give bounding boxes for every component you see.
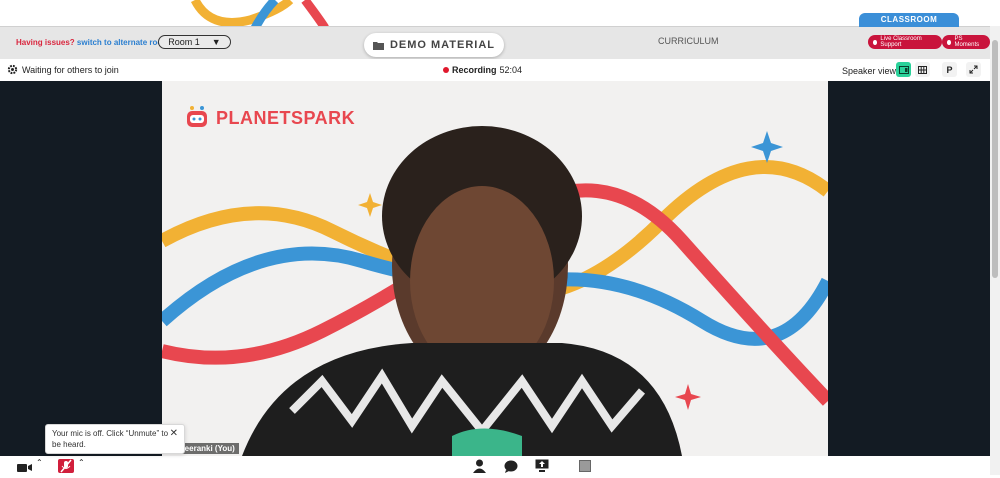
share-screen-button[interactable] <box>535 459 549 477</box>
video-stage: PLANETSPARK ahi Veeranki (You) <box>0 81 990 456</box>
whiteboard-icon[interactable] <box>579 460 591 472</box>
planetspark-logo: PLANETSPARK <box>184 105 355 131</box>
unmute-button[interactable] <box>58 459 74 473</box>
grid-icon <box>918 65 927 74</box>
fullscreen-button[interactable] <box>966 62 981 77</box>
video-camera-button[interactable] <box>17 460 33 478</box>
room-select[interactable]: Room 1 ▼ <box>158 35 231 49</box>
connection-help: Having issues? switch to alternate room <box>16 38 169 47</box>
caret-down-icon: ▼ <box>211 37 221 47</box>
folder-icon <box>372 41 384 50</box>
robot-logo-icon <box>187 106 207 127</box>
participant-video: PLANETSPARK ahi Veeranki (You) <box>162 81 828 456</box>
classroom-tab[interactable]: CLASSROOM <box>859 13 959 27</box>
expand-icon <box>969 65 978 74</box>
video-camera-icon <box>17 464 32 472</box>
meeting-toolbar: Waiting for others to join Recording 52:… <box>0 59 990 82</box>
mic-off-icon <box>60 459 72 473</box>
ps-moments-label: PS Moments <box>954 36 980 48</box>
speaker-view-button[interactable] <box>896 62 911 77</box>
video-background <box>162 126 828 456</box>
moments-icon <box>947 39 952 45</box>
view-mode-label: Speaker view <box>842 66 897 76</box>
logo-wordmark: PLANETSPARK <box>216 107 356 128</box>
demo-material-button[interactable]: DEMO MATERIAL <box>364 33 504 57</box>
live-classroom-support-button[interactable]: Live Classroom Support <box>868 35 942 49</box>
chat-bubble-icon <box>504 460 518 473</box>
ps-moments-button[interactable]: PS Moments <box>942 35 990 49</box>
recording-dot-icon <box>443 67 449 73</box>
recording-timer: 52:04 <box>499 65 523 75</box>
person-icon <box>473 459 486 473</box>
tooltip-message: Your mic is off. Click “Unmute” to be he… <box>52 429 169 449</box>
meeting-controls: ⌃ ⌃ <box>0 456 990 475</box>
live-support-label: Live Classroom Support <box>880 36 922 48</box>
curriculum-tab[interactable]: CURRICULUM <box>658 36 719 46</box>
header-bar: Having issues? switch to alternate room … <box>0 13 990 59</box>
share-screen-icon <box>535 459 549 472</box>
issues-text: Having issues? <box>16 38 75 47</box>
chat-button[interactable] <box>504 460 518 478</box>
close-icon[interactable]: ✕ <box>170 428 178 439</box>
room-select-value: Room 1 <box>168 37 200 47</box>
top-decoration <box>0 0 1000 28</box>
chevron-up-icon[interactable]: ⌃ <box>78 458 85 467</box>
recording-label: Recording <box>452 65 497 75</box>
participant-button[interactable]: P <box>942 62 957 77</box>
speaker-view-icon <box>898 65 909 74</box>
switch-room-link[interactable]: switch to alternate room <box>77 38 169 47</box>
meeting-status: Waiting for others to join <box>22 65 119 75</box>
gallery-view-button[interactable] <box>915 62 930 77</box>
scrollbar-thumb[interactable] <box>992 40 998 278</box>
participants-button[interactable] <box>473 459 486 478</box>
gear-icon[interactable] <box>7 64 18 75</box>
recording-indicator: Recording 52:04 <box>443 65 522 75</box>
mic-off-tooltip: Your mic is off. Click “Unmute” to be he… <box>45 424 185 454</box>
support-icon <box>873 39 878 45</box>
demo-material-label: DEMO MATERIAL <box>389 39 496 51</box>
chevron-up-icon[interactable]: ⌃ <box>36 458 43 467</box>
